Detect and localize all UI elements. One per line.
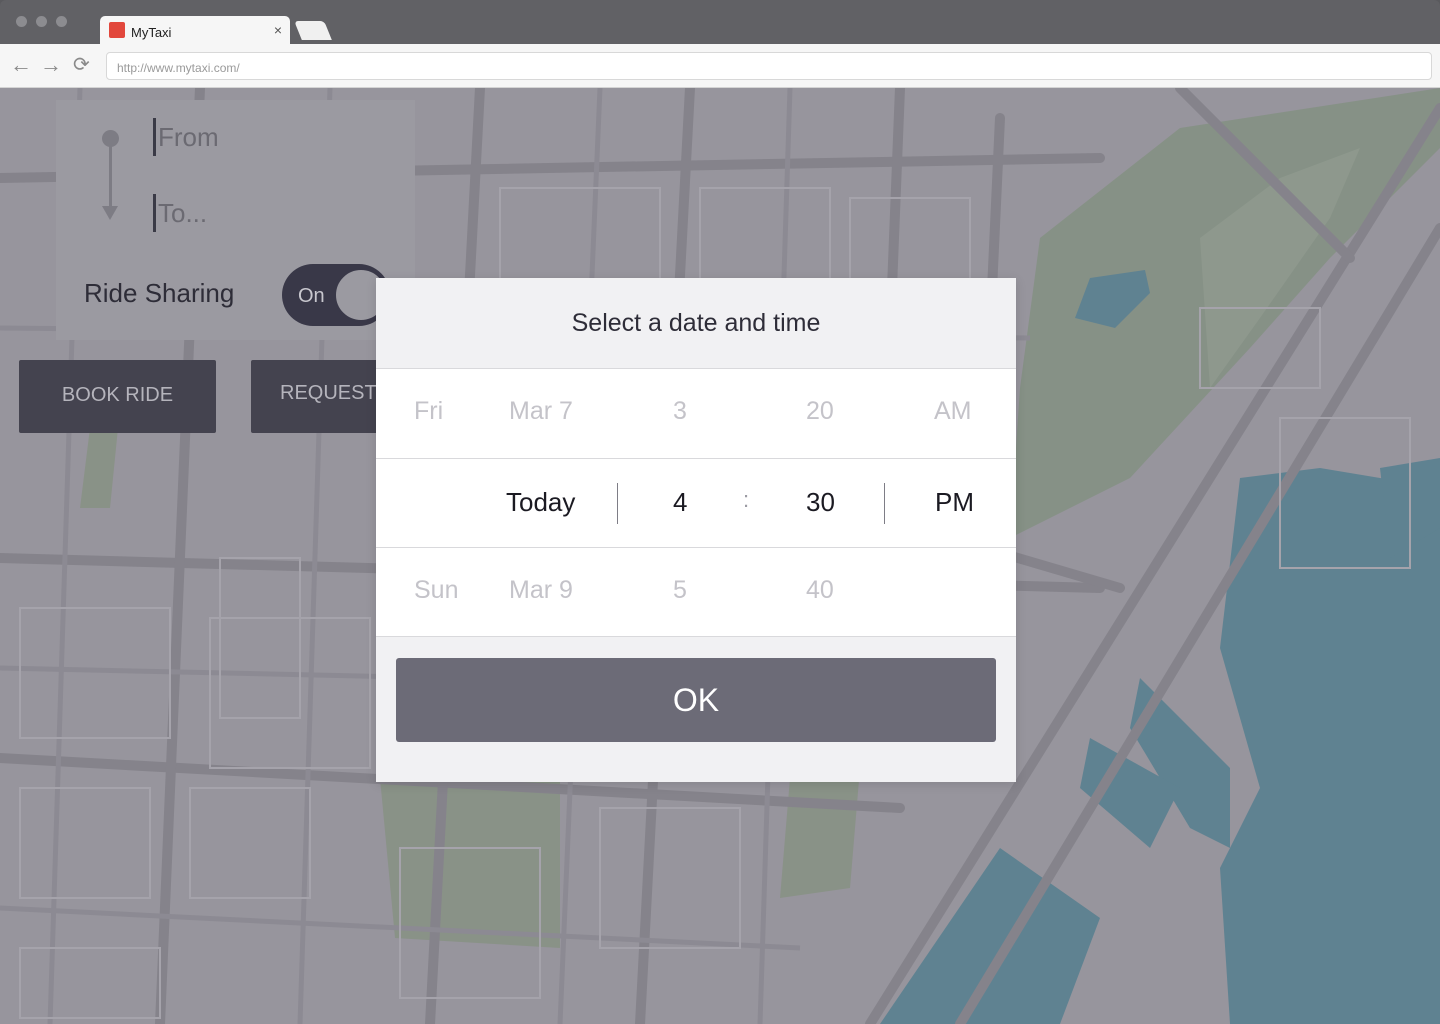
ride-sharing-label: Ride Sharing bbox=[84, 278, 235, 308]
minute-option[interactable]: 20 bbox=[806, 397, 834, 426]
book-ride-button[interactable]: BOOK RIDE bbox=[19, 360, 216, 433]
day-option[interactable]: Sun bbox=[414, 576, 458, 605]
close-window-icon[interactable] bbox=[16, 16, 27, 27]
toggle-state-text: On bbox=[298, 285, 325, 307]
date-time-picker[interactable]: Fri Mar 7 3 20 AM Today 4 : 30 PM Sun Ma… bbox=[376, 369, 1016, 637]
column-divider bbox=[617, 483, 618, 524]
minimize-window-icon[interactable] bbox=[36, 16, 47, 27]
to-input[interactable]: To... bbox=[153, 194, 373, 232]
url-text: http://www.mytaxi.com/ bbox=[117, 61, 240, 75]
request-ride-button[interactable]: REQUEST R bbox=[251, 360, 381, 433]
forward-arrow-icon[interactable]: → bbox=[40, 54, 62, 76]
minute-option[interactable]: 40 bbox=[806, 576, 834, 605]
date-option[interactable]: Mar 7 bbox=[509, 397, 573, 426]
ride-sharing-toggle[interactable]: On bbox=[282, 264, 390, 326]
column-divider bbox=[884, 483, 885, 524]
date-option[interactable]: Mar 9 bbox=[509, 576, 573, 605]
period-option[interactable]: AM bbox=[934, 397, 972, 426]
selected-period[interactable]: PM bbox=[935, 487, 974, 518]
new-tab-button[interactable] bbox=[294, 21, 332, 40]
browser-toolbar: ← → ⟳ http://www.mytaxi.com/ bbox=[0, 44, 1440, 88]
favicon-icon bbox=[109, 22, 125, 38]
destination-arrow-icon bbox=[102, 206, 118, 220]
dialog-title: Select a date and time bbox=[571, 309, 821, 337]
browser-chrome: MyTaxi × ← → ⟳ http://www.mytaxi.com/ bbox=[0, 0, 1440, 88]
picker-row-selected[interactable]: Today 4 : 30 PM bbox=[376, 458, 1016, 548]
picker-row-next[interactable]: Sun Mar 9 5 40 bbox=[376, 548, 1016, 637]
from-input[interactable]: From bbox=[153, 118, 373, 156]
hour-option[interactable]: 3 bbox=[673, 397, 687, 426]
browser-titlebar: MyTaxi × bbox=[0, 0, 1440, 44]
browser-tab[interactable]: MyTaxi × bbox=[100, 16, 290, 44]
tab-title: MyTaxi bbox=[131, 25, 172, 40]
ok-button[interactable]: OK bbox=[396, 658, 996, 742]
selected-minute[interactable]: 30 bbox=[806, 487, 835, 518]
date-time-dialog: Select a date and time Fri Mar 7 3 20 AM… bbox=[376, 278, 1016, 782]
address-bar[interactable]: http://www.mytaxi.com/ bbox=[106, 52, 1432, 80]
time-separator: : bbox=[743, 487, 750, 512]
day-option[interactable]: Fri bbox=[414, 397, 443, 426]
tab-close-icon[interactable]: × bbox=[274, 22, 282, 38]
dialog-header: Select a date and time bbox=[376, 278, 1016, 369]
selected-date[interactable]: Today bbox=[506, 487, 575, 518]
reload-icon[interactable]: ⟳ bbox=[73, 54, 90, 76]
route-panel: From To... Ride Sharing On bbox=[56, 100, 415, 340]
back-arrow-icon[interactable]: ← bbox=[10, 54, 32, 76]
route-line bbox=[109, 144, 112, 212]
picker-row-previous[interactable]: Fri Mar 7 3 20 AM bbox=[376, 369, 1016, 458]
selected-hour[interactable]: 4 bbox=[673, 487, 687, 518]
maximize-window-icon[interactable] bbox=[56, 16, 67, 27]
hour-option[interactable]: 5 bbox=[673, 576, 687, 605]
